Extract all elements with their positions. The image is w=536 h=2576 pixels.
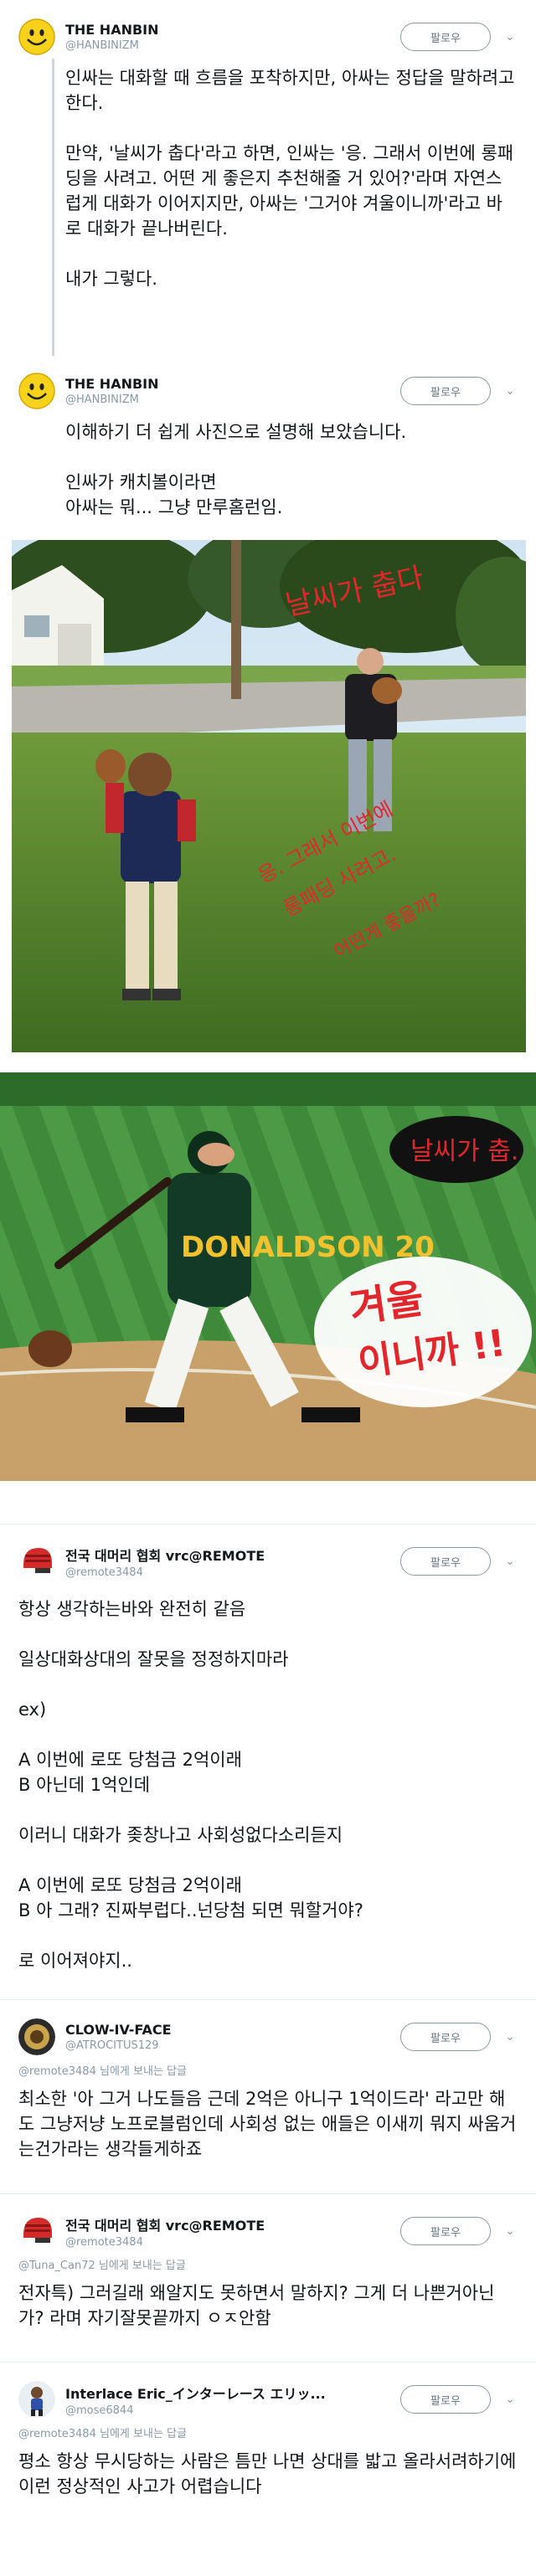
tweet: 전국 대머리 협회 vrc@REMOTE @remote3484 팔로우 ⌄ @…	[0, 2193, 536, 2362]
tweet-text: 평소 항상 무시당하는 사람은 틈만 나면 상대를 밟고 올라서려하기에 이런 …	[18, 2444, 518, 2499]
chevron-down-icon[interactable]: ⌄	[502, 383, 518, 398]
tweet: 전국 대머리 협회 vrc@REMOTE @remote3484 팔로우 ⌄ 항…	[0, 1524, 536, 1999]
tweet-paragraph: A 이번에 로또 당첨금 2억이래 B 아 그래? 진짜부럽다..넌당첨 되면 …	[18, 1875, 363, 1920]
twitter-thread-page: THE HANBIN @HANBINIZM 팔로우 ⌄ 인싸는 대화할 때 흐름…	[0, 0, 536, 2576]
tweet: THE HANBIN @HANBINIZM 팔로우 ⌄ 이해하기 더 쉽게 사진…	[0, 354, 536, 1524]
tweet: CLOW-IV-FACE @ATROCITUS129 팔로우 ⌄ @remote…	[0, 1999, 536, 2193]
avatar[interactable]	[18, 2213, 55, 2250]
chevron-down-icon[interactable]: ⌄	[502, 29, 518, 44]
chevron-down-icon[interactable]: ⌄	[502, 2224, 518, 2239]
tweet: THE HANBIN @HANBINIZM 팔로우 ⌄ 인싸는 대화할 때 흐름…	[0, 0, 536, 356]
author-name[interactable]: Interlace Eric_インターレース エリッ...	[65, 2383, 400, 2403]
avatar[interactable]	[18, 18, 55, 55]
avatar[interactable]	[18, 1543, 55, 1580]
homerun-photo-illustration: DONALDSON 20 날씨가 춥. 겨울 이니까 !!	[0, 1072, 536, 1481]
chevron-down-icon[interactable]: ⌄	[502, 1554, 518, 1569]
tweet-paragraph: A 이번에 로또 당첨금 2억이래 B 아닌데 1억인데	[18, 1750, 242, 1795]
tweet-text: 최소한 '아 그거 나도들음 근데 2억은 아니구 1억이드라' 라고만 해도 …	[18, 2081, 518, 2162]
chevron-down-icon[interactable]: ⌄	[502, 2029, 518, 2044]
chevron-down-icon[interactable]: ⌄	[502, 2392, 518, 2407]
tweet-text: 이해하기 더 쉽게 사진으로 설명해 보았습니다. 인싸가 캐치볼이라면 아싸는…	[18, 411, 518, 520]
avatar[interactable]	[18, 373, 55, 409]
author-handle[interactable]: @remote3484	[65, 2236, 400, 2249]
tweet-paragraph: 평소 항상 무시당하는 사람은 틈만 나면 상대를 밟고 올라서려하기에 이런 …	[18, 2451, 517, 2496]
tweet-text: 항상 생각하는바와 완전히 같음 일상대화상대의 잘못을 정정하지마라 ex) …	[18, 1581, 518, 1973]
author-name[interactable]: THE HANBIN	[65, 22, 400, 38]
follow-button[interactable]: 팔로우	[400, 377, 491, 405]
tweet-paragraph: 최소한 '아 그거 나도들음 근데 2억은 아니구 1억이드라' 라고만 해도 …	[18, 2089, 517, 2159]
tweet-paragraph: ex)	[18, 1699, 47, 1720]
follow-button[interactable]: 팔로우	[400, 2385, 491, 2414]
smiley-avatar-icon	[18, 373, 55, 409]
comic-avatar-icon	[18, 2018, 55, 2055]
character-avatar-icon	[18, 2381, 55, 2418]
follow-button[interactable]: 팔로우	[400, 2217, 491, 2245]
tweet: Interlace Eric_インターレース エリッ... @mose6844 …	[0, 2362, 536, 2576]
tweet-paragraph: 로 이어져야지..	[18, 1951, 132, 1971]
follow-button[interactable]: 팔로우	[400, 1547, 491, 1576]
tweet-paragraph: 인싸가 캐치볼이라면 아싸는 뭐... 그냥 만루홈런임.	[65, 472, 283, 517]
reply-to-label[interactable]: @remote3484 님에게 보내는 답글	[18, 2424, 518, 2440]
author-name[interactable]: 전국 대머리 협회 vrc@REMOTE	[65, 2214, 400, 2234]
photo-caption-text: 날씨가 춥.	[410, 1137, 518, 1166]
catchball-photo-illustration: 날씨가 춥다 응. 그래서 이번에 롱패딩 사려고. 어떤게 좋을까?	[12, 540, 526, 1052]
author-name[interactable]: CLOW-IV-FACE	[65, 2022, 400, 2038]
tweet-paragraph: 내가 그렇다.	[65, 269, 157, 289]
author-handle[interactable]: @mose6844	[65, 2404, 400, 2417]
follow-button[interactable]: 팔로우	[400, 23, 491, 51]
helmet-avatar-icon	[18, 2213, 55, 2250]
tweet-paragraph: 이러니 대화가 좆창나고 사회성없다소리듣지	[18, 1825, 343, 1845]
tweet-photo-homerun[interactable]: DONALDSON 20 날씨가 춥. 겨울 이니까 !!	[0, 1072, 536, 1481]
author-handle[interactable]: @HANBINIZM	[65, 39, 400, 52]
tweet-paragraph: 항상 생각하는바와 완전히 같음	[18, 1599, 246, 1619]
author-handle[interactable]: @remote3484	[65, 1566, 400, 1579]
tweet-text: 인싸는 대화할 때 흐름을 포착하지만, 아싸는 정답을 말하려고 한다. 만약…	[18, 57, 518, 291]
reply-to-label[interactable]: @remote3484 님에게 보내는 답글	[18, 2062, 518, 2078]
reply-to-label[interactable]: @Tuna_Can72 님에게 보내는 답글	[18, 2256, 518, 2272]
tweet-paragraph: 일상대화상대의 잘못을 정정하지마라	[18, 1649, 289, 1669]
tweet-text: 전자특) 그러길래 왜알지도 못하면서 말하지? 그게 더 나쁜거아닌가? 라며…	[18, 2275, 518, 2331]
thread-connector	[52, 59, 54, 356]
follow-button[interactable]: 팔로우	[400, 2023, 491, 2051]
smiley-avatar-icon	[18, 18, 55, 55]
author-handle[interactable]: @HANBINIZM	[65, 393, 400, 406]
avatar[interactable]	[18, 2018, 55, 2055]
author-handle[interactable]: @ATROCITUS129	[65, 2039, 400, 2052]
author-name[interactable]: 전국 대머리 협회 vrc@REMOTE	[65, 1545, 400, 1565]
avatar[interactable]	[18, 2381, 55, 2418]
tweet-paragraph: 인싸는 대화할 때 흐름을 포착하지만, 아싸는 정답을 말하려고 한다.	[65, 68, 515, 113]
tweet-photo-catchball[interactable]: 날씨가 춥다 응. 그래서 이번에 롱패딩 사려고. 어떤게 좋을까?	[12, 540, 526, 1052]
author-name[interactable]: THE HANBIN	[65, 376, 400, 392]
tweet-paragraph: 만약, '날씨가 춥다'라고 하면, 인싸는 '응. 그래서 이번에 롱패딩을 …	[65, 143, 514, 239]
tweet-paragraph: 이해하기 더 쉽게 사진으로 설명해 보았습니다.	[65, 422, 407, 442]
helmet-avatar-icon	[18, 1543, 55, 1580]
tweet-paragraph: 전자특) 그러길래 왜알지도 못하면서 말하지? 그게 더 나쁜거아닌가? 라며…	[18, 2283, 495, 2328]
